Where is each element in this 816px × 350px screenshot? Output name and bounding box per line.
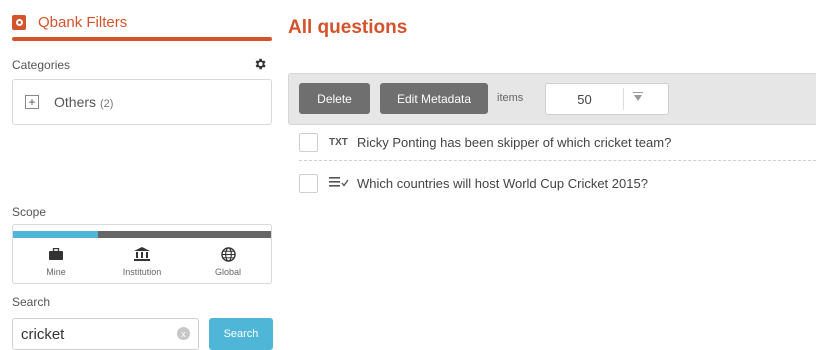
edit-metadata-button[interactable]: Edit Metadata	[380, 83, 488, 114]
scope-label: Scope	[12, 205, 47, 219]
scope-slider-track[interactable]	[13, 231, 271, 238]
scope-selector: Mine Institution Global	[12, 224, 272, 284]
search-label: Search	[12, 295, 51, 309]
page-title: All questions	[288, 17, 408, 38]
scope-option-label: Mine	[46, 267, 66, 277]
question-type-badge	[329, 176, 350, 191]
active-tab-underline	[12, 37, 272, 41]
questions-toolbar: Delete Edit Metadata items 50	[288, 73, 816, 125]
scope-slider-fill	[13, 231, 99, 238]
list-check-icon	[329, 176, 349, 187]
question-text[interactable]: Ricky Ponting has been skipper of which …	[357, 135, 671, 150]
scope-option-mine[interactable]: Mine	[13, 245, 99, 277]
question-type-badge: TXT	[329, 137, 348, 148]
category-name: Others	[54, 94, 97, 110]
dropdown-arrow-icon[interactable]	[633, 92, 643, 101]
sidebar-header[interactable]: Qbank Filters	[12, 11, 127, 33]
expand-plus-icon[interactable]: +	[25, 95, 39, 109]
select-divider	[623, 88, 624, 110]
scope-option-global[interactable]: Global	[185, 245, 271, 277]
category-count: (2)	[100, 98, 114, 110]
scope-option-label: Global	[214, 267, 241, 277]
sidebar-title[interactable]: Qbank Filters	[38, 14, 127, 31]
search-button[interactable]: Search	[209, 318, 273, 350]
scope-option-institution[interactable]: Institution	[99, 245, 185, 277]
items-per-page-value: 50	[577, 91, 592, 107]
globe-icon	[220, 246, 236, 262]
category-item-others[interactable]: Others (2)	[54, 94, 113, 110]
question-checkbox[interactable]	[299, 173, 318, 193]
question-row[interactable]: Which countries will host World Cup Cric…	[299, 165, 816, 201]
search-input[interactable]: cricket	[12, 318, 199, 350]
items-per-page-label: items	[497, 92, 524, 104]
question-row[interactable]: TXT Ricky Ponting has been skipper of wh…	[299, 125, 816, 161]
qbank-filters-sidebar: Qbank Filters Categories + Others (2) Sco…	[0, 0, 276, 350]
items-per-page-select[interactable]: 50	[545, 83, 669, 115]
qbank-logo-icon	[12, 14, 26, 30]
gear-icon[interactable]	[253, 57, 267, 71]
question-checkbox[interactable]	[299, 133, 318, 152]
clear-search-icon[interactable]: x	[177, 327, 190, 340]
delete-button[interactable]: Delete	[299, 83, 370, 114]
question-text[interactable]: Which countries will host World Cup Cric…	[357, 176, 648, 191]
categories-label: Categories	[12, 58, 71, 72]
scope-option-label: Institution	[122, 267, 162, 277]
categories-list: + Others (2)	[12, 79, 272, 125]
briefcase-icon	[49, 248, 63, 260]
institution-icon	[134, 247, 150, 261]
